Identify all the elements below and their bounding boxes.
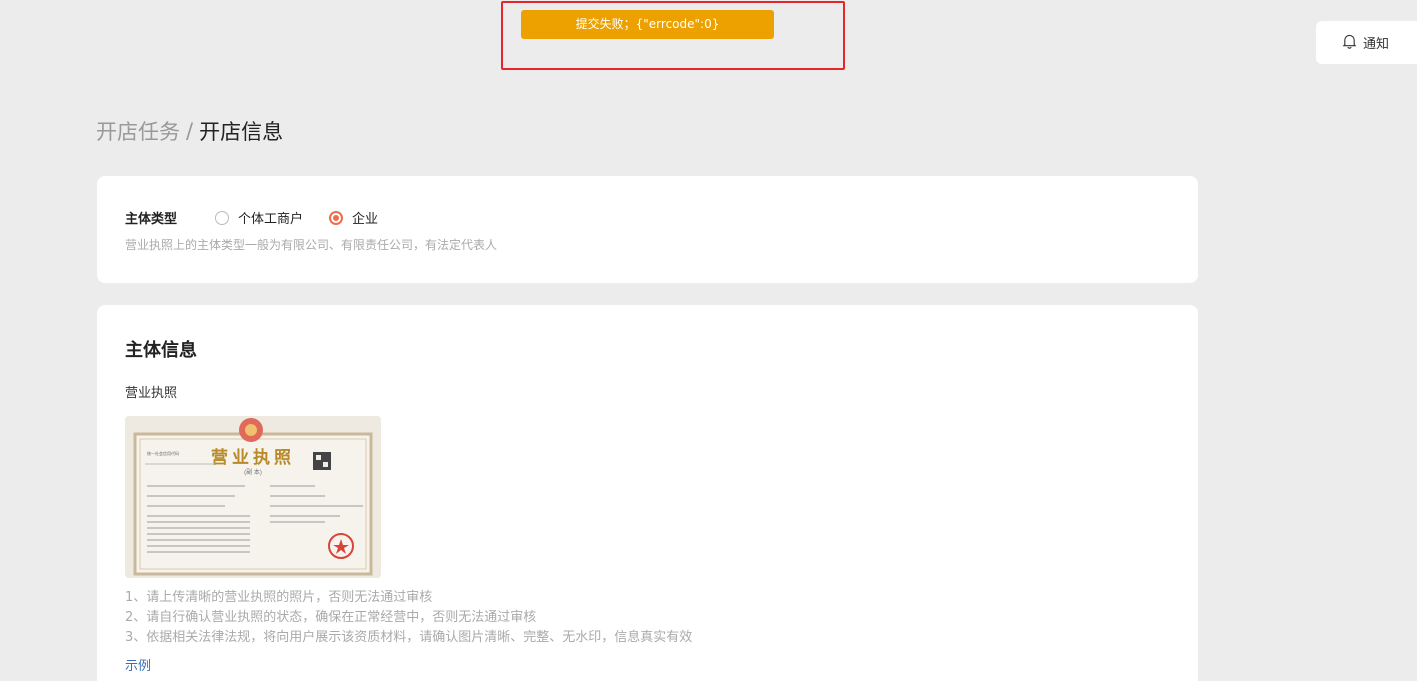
license-credit-code-text: 统一社会信用代码 (147, 450, 179, 456)
example-link[interactable]: 示例 (125, 655, 151, 674)
bell-icon (1342, 33, 1357, 53)
entity-type-label: 主体类型 (125, 212, 178, 227)
entity-info-title: 主体信息 (125, 340, 197, 361)
notice-label: 通知 (1363, 37, 1390, 52)
notice-button[interactable]: 通知 (1316, 21, 1417, 64)
license-subtitle-text: (副 本) (244, 468, 262, 476)
entity-type-row: 主体类型 个体工商户 企业 (125, 208, 404, 227)
radio-checked-icon[interactable] (329, 210, 344, 225)
radio-unchecked-icon[interactable] (215, 210, 229, 225)
entity-info-card: 主体信息 营业执照 营业执照 (副 本) 统一社会信用代码 1、请上传清晰的营业… (97, 305, 1198, 681)
radio-enterprise[interactable]: 企业 (329, 208, 378, 227)
license-title-text: 营业执照 (211, 447, 295, 467)
qr-code-icon (313, 452, 331, 470)
radio-enterprise-label: 企业 (352, 212, 379, 227)
license-note-3: 3、依据相关法律法规，将向用户展示该资质材料，请确认图片清晰、完整、无水印，信息… (125, 630, 693, 645)
radio-individual-business-label: 个体工商户 (238, 212, 304, 227)
license-note-2: 2、请自行确认营业执照的状态，确保在正常经营中，否则无法通过审核 (125, 610, 537, 625)
license-note-1: 1、请上传清晰的营业执照的照片，否则无法通过审核 (125, 590, 433, 605)
business-license-image[interactable]: 营业执照 (副 本) 统一社会信用代码 (125, 416, 381, 578)
entity-type-hint: 营业执照上的主体类型一般为有限公司、有限责任公司，有法定代表人 (125, 238, 498, 252)
breadcrumb-separator: / (186, 119, 194, 143)
business-license-label: 营业执照 (125, 386, 178, 401)
radio-individual-business[interactable]: 个体工商户 (215, 208, 303, 227)
breadcrumb: 开店任务 / 开店信息 (96, 116, 283, 146)
entity-type-card: 主体类型 个体工商户 企业 营业执照上的主体类型一般为有限公司、有限责任公司，有… (97, 176, 1198, 283)
license-notes: 1、请上传清晰的营业执照的照片，否则无法通过审核 2、请自行确认营业执照的状态，… (125, 588, 692, 648)
error-toast: 提交失败；{"errcode":0} (521, 10, 774, 39)
breadcrumb-parent[interactable]: 开店任务 (96, 116, 180, 146)
breadcrumb-current: 开店信息 (199, 120, 284, 144)
